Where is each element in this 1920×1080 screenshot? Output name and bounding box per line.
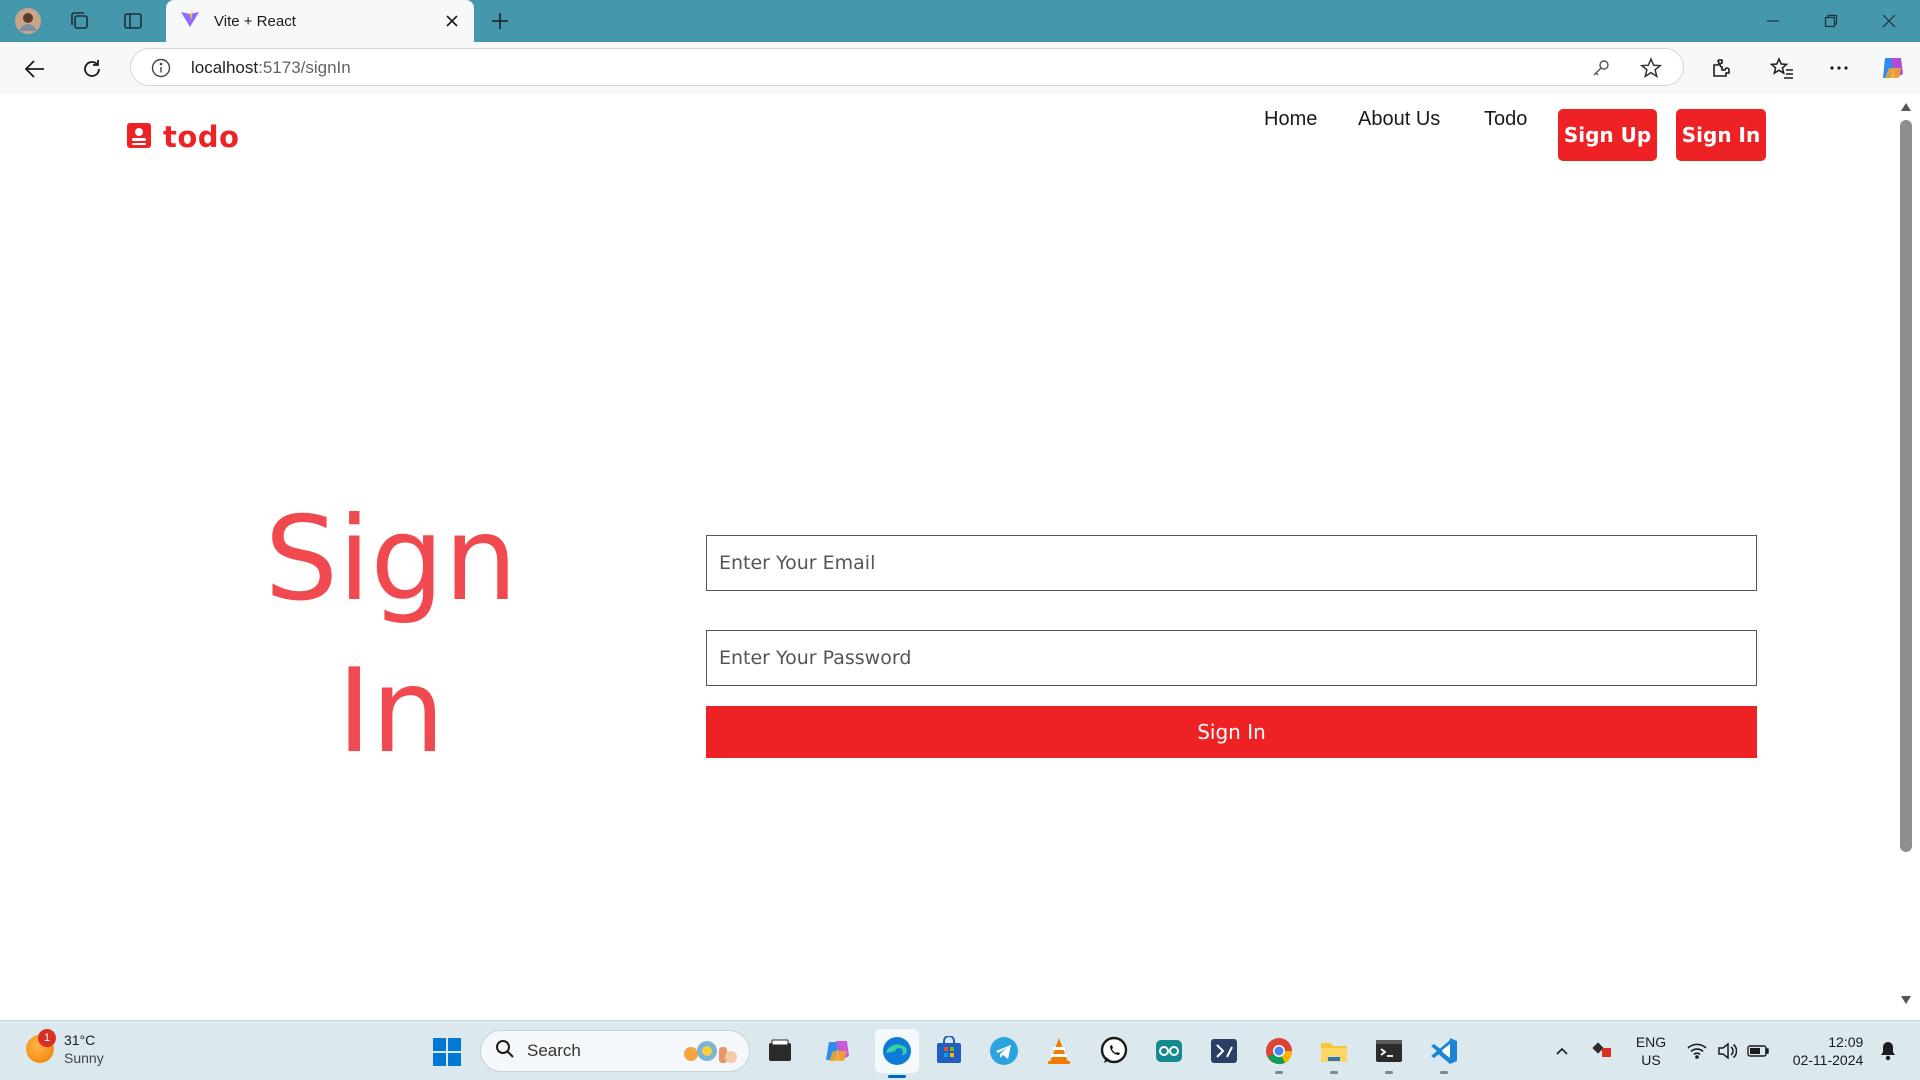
more-icon[interactable] [1824, 53, 1854, 83]
sign-up-button[interactable]: Sign Up [1558, 109, 1657, 161]
chrome-icon[interactable] [1261, 1033, 1297, 1074]
copilot-icon[interactable] [1878, 53, 1908, 83]
url-text[interactable]: localhost:5173/signIn [191, 58, 351, 78]
arduino-icon[interactable] [1151, 1033, 1187, 1069]
sign-in-submit-button[interactable]: Sign In [706, 706, 1757, 758]
scroll-down-icon[interactable] [1899, 993, 1913, 1007]
restore-icon[interactable] [1802, 0, 1860, 42]
weather-temp: 31°C [64, 1032, 96, 1048]
windows-taskbar: 1 31°C Sunny Search ENG US 12:09 02-11-2… [0, 1020, 1920, 1080]
refresh-icon[interactable] [77, 54, 107, 84]
battery-icon[interactable] [1744, 1021, 1772, 1080]
taskbar-search[interactable]: Search [480, 1030, 750, 1072]
scroll-up-icon[interactable] [1899, 100, 1913, 114]
url-path: :5173/signIn [258, 58, 351, 77]
browser-toolbar: localhost:5173/signIn [0, 42, 1920, 94]
workspaces-icon[interactable] [66, 8, 94, 34]
password-key-icon[interactable] [1589, 56, 1613, 80]
tab-actions-icon[interactable] [119, 8, 147, 34]
weather-badge: 1 [38, 1029, 56, 1047]
search-highlight-icon [679, 1039, 739, 1065]
nav-link-about-us[interactable]: About Us [1358, 108, 1440, 131]
password-field[interactable] [706, 630, 1757, 686]
sign-in-nav-button[interactable]: Sign In [1676, 109, 1766, 161]
terminal-app-icon[interactable] [1206, 1033, 1242, 1069]
notification-bell-icon[interactable] [1874, 1021, 1902, 1080]
tab-vite-react[interactable]: Vite + React [166, 0, 474, 42]
close-icon[interactable] [442, 11, 462, 31]
minimize-icon[interactable] [1744, 0, 1802, 42]
favorite-star-icon[interactable] [1639, 56, 1663, 80]
weather-desc: Sunny [64, 1050, 104, 1066]
language-line-2: US [1641, 1052, 1661, 1068]
chevron-up-icon[interactable] [1548, 1021, 1576, 1080]
page-viewport: todo Home About Us Todo Sign Up Sign In … [5, 94, 1898, 1012]
microsoft-store-icon[interactable] [931, 1033, 967, 1069]
file-explorer-icon[interactable] [1316, 1033, 1352, 1074]
vite-favicon-icon [180, 9, 200, 34]
nav-link-home[interactable]: Home [1264, 108, 1317, 131]
search-label: Search [527, 1041, 581, 1060]
sun-icon: 1 [26, 1029, 56, 1063]
language-indicator[interactable]: ENG US [1628, 1021, 1674, 1080]
email-field[interactable] [706, 535, 1757, 591]
browser-titlebar: Vite + React [0, 0, 1920, 42]
back-icon[interactable] [20, 54, 50, 84]
wifi-icon[interactable] [1684, 1021, 1710, 1080]
heading-line-2: In [337, 644, 445, 779]
site-info-icon[interactable] [149, 56, 173, 80]
extensions-icon[interactable] [1706, 53, 1736, 83]
windows-start-icon[interactable] [432, 1037, 462, 1067]
url-host: localhost [191, 58, 259, 77]
window-close-icon[interactable] [1860, 0, 1918, 42]
clock-date: 02-11-2024 [1792, 1052, 1864, 1068]
scrollbar-thumb[interactable] [1900, 120, 1912, 852]
tab-title: Vite + React [214, 12, 296, 30]
language-line-1: ENG [1635, 1034, 1667, 1050]
file-manager-icon[interactable] [762, 1033, 798, 1069]
clock[interactable]: 12:09 02-11-2024 [1782, 1021, 1874, 1080]
telegram-icon[interactable] [986, 1033, 1022, 1069]
todo-logo-icon [127, 122, 151, 153]
weather-widget[interactable]: 1 31°C Sunny [26, 1029, 104, 1067]
copilot-app-icon[interactable] [820, 1033, 856, 1069]
command-prompt-icon[interactable] [1371, 1033, 1407, 1074]
tray-app-icon[interactable] [1588, 1021, 1618, 1080]
nav-link-todo[interactable]: Todo [1484, 108, 1527, 131]
whatsapp-icon[interactable] [1096, 1033, 1132, 1069]
vlc-icon[interactable] [1041, 1033, 1077, 1069]
vscode-icon[interactable] [1426, 1033, 1462, 1074]
volume-icon[interactable] [1714, 1021, 1740, 1080]
sign-in-heading: Sign In [181, 484, 601, 788]
heading-line-1: Sign [264, 492, 518, 627]
search-icon [495, 1039, 515, 1064]
new-tab-icon[interactable] [486, 8, 514, 34]
site-logo[interactable]: todo [127, 120, 239, 154]
logo-text: todo [163, 120, 240, 154]
address-bar[interactable]: localhost:5173/signIn [130, 48, 1684, 86]
favorites-icon[interactable] [1767, 53, 1797, 83]
profile-avatar-icon[interactable] [14, 8, 42, 34]
clock-time: 12:09 [1828, 1034, 1864, 1050]
edge-browser-icon[interactable] [875, 1029, 919, 1078]
